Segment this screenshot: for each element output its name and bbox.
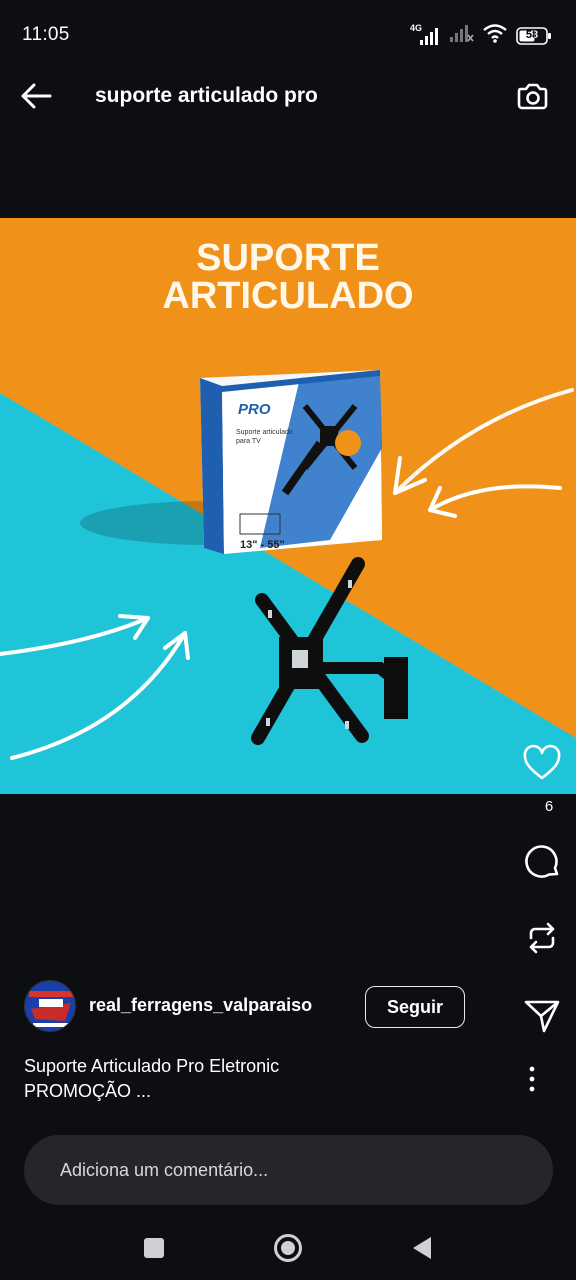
camera-icon[interactable] — [514, 78, 550, 114]
status-time: 11:05 — [22, 24, 70, 45]
signal-weak-icon — [448, 22, 474, 49]
caption-line-1: Suporte Articulado Pro Eletronic — [24, 1056, 280, 1076]
send-icon[interactable] — [522, 996, 562, 1036]
repost-icon[interactable] — [522, 918, 562, 958]
more-options-icon[interactable] — [520, 1064, 544, 1094]
status-bar: 11:05 4G 58 — [0, 0, 576, 70]
like-count: 6 — [544, 798, 554, 815]
battery-icon: 58 — [516, 26, 552, 45]
comment-icon[interactable] — [522, 842, 562, 882]
box-text-1: Suporte articulado — [236, 429, 293, 436]
status-icons: 4G 58 — [410, 22, 552, 49]
headline-2: ARTICULADO — [162, 275, 413, 317]
heart-icon[interactable] — [522, 744, 562, 784]
recents-icon[interactable] — [138, 1232, 170, 1264]
follow-button[interactable]: Seguir — [365, 986, 465, 1028]
signal-icon: 4G — [410, 23, 440, 47]
box-size: 13" - 55" — [240, 539, 285, 551]
box-text-2: para TV — [236, 438, 261, 445]
post-author: real_ferragens_valparaiso Seguir — [24, 980, 484, 1036]
top-bar: suporte articulado pro — [0, 66, 576, 126]
home-icon[interactable] — [272, 1232, 304, 1264]
arrow-left-icon[interactable] — [16, 78, 56, 114]
system-nav-bar — [0, 1210, 576, 1280]
wifi-icon — [482, 22, 508, 49]
caption-line-2: PROMOÇÃO ... — [24, 1081, 152, 1101]
comment-box — [24, 1135, 553, 1205]
page-title: suporte articulado pro — [95, 84, 318, 107]
avatar[interactable] — [24, 980, 76, 1032]
comment-input[interactable] — [24, 1135, 553, 1205]
username[interactable]: real_ferragens_valparaiso — [89, 995, 312, 1016]
post-image[interactable]: PRO Suporte articulado para TV 13" - 55"… — [0, 218, 576, 794]
box-brand: PRO — [238, 401, 271, 418]
post-caption[interactable]: Suporte Articulado Pro Eletronic PROMOÇÃ… — [24, 1054, 484, 1104]
headline-1: SUPORTE — [196, 237, 380, 279]
back-icon[interactable] — [406, 1232, 438, 1264]
